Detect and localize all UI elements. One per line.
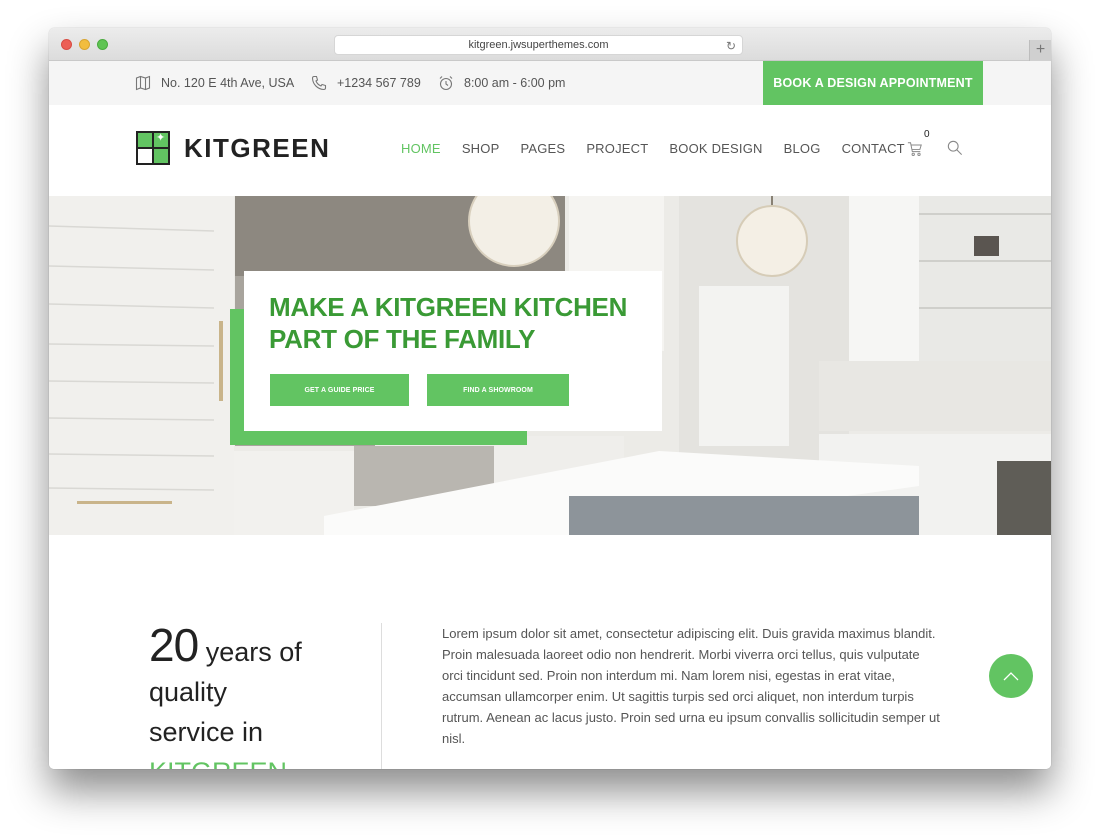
phone-icon <box>311 75 327 91</box>
hero-title: MAKE A KITGREEN KITCHEN PART OF THE FAMI… <box>269 291 649 355</box>
years-brand: KITGREEN <box>149 752 349 769</box>
nav-home[interactable]: HOME <box>401 141 441 156</box>
site-logo[interactable]: KITGREEN <box>136 131 330 165</box>
years-line3: service in <box>149 717 264 747</box>
site-header: KITGREEN HOME SHOP PAGES PROJECT BOOK DE… <box>49 105 1051 196</box>
reload-icon[interactable]: ↻ <box>726 37 736 56</box>
find-showroom-label: FIND A SHOWROOM <box>463 386 533 394</box>
new-tab-button[interactable]: + <box>1029 40 1051 61</box>
nav-contact[interactable]: CONTACT <box>842 141 905 156</box>
hero-banner: MAKE A KITGREEN KITCHEN PART OF THE FAMI… <box>49 196 1051 535</box>
address-bar[interactable]: kitgreen.jwsuperthemes.com ↻ <box>334 35 743 55</box>
nav-shop[interactable]: SHOP <box>462 141 500 156</box>
years-heading: 20 years of quality service in KITGREEN <box>149 622 349 769</box>
logo-mark-icon <box>136 131 170 165</box>
search-icon[interactable] <box>947 140 965 158</box>
scroll-to-top-button[interactable] <box>989 654 1033 698</box>
logo-text: KITGREEN <box>184 132 331 163</box>
nav-blog[interactable]: BLOG <box>784 141 821 156</box>
plus-icon: + <box>1035 41 1046 58</box>
years-number: 20 <box>149 619 199 671</box>
url-text: kitgreen.jwsuperthemes.com <box>468 39 609 51</box>
address-info: No. 120 E 4th Ave, USA <box>135 61 294 105</box>
nav-pages[interactable]: PAGES <box>520 141 565 156</box>
hours-text: 8:00 am - 6:00 pm <box>464 76 566 90</box>
book-appointment-button[interactable]: BOOK A DESIGN APPOINTMENT <box>763 61 983 105</box>
map-icon <box>135 75 151 91</box>
find-showroom-button[interactable]: FIND A SHOWROOM <box>427 374 569 406</box>
browser-window: kitgreen.jwsuperthemes.com ↻ + No. 120 E… <box>49 28 1051 769</box>
nav-project[interactable]: PROJECT <box>586 141 648 156</box>
main-nav: HOME SHOP PAGES PROJECT BOOK DESIGN BLOG… <box>401 141 926 156</box>
about-paragraph: Lorem ipsum dolor sit amet, consectetur … <box>442 626 940 746</box>
book-appointment-label: BOOK A DESIGN APPOINTMENT <box>773 76 973 90</box>
years-line2: quality <box>149 677 228 707</box>
minimize-window-button[interactable] <box>79 39 90 50</box>
cart-icon[interactable] <box>907 141 925 159</box>
about-section: 20 years of quality service in KITGREEN … <box>49 535 1051 769</box>
hours-info: 8:00 am - 6:00 pm <box>438 61 565 105</box>
address-text: No. 120 E 4th Ave, USA <box>161 76 295 90</box>
get-guide-price-label: GET A GUIDE PRICE <box>304 386 375 394</box>
clock-icon <box>438 75 454 91</box>
browser-titlebar: kitgreen.jwsuperthemes.com ↻ + <box>49 28 1051 61</box>
get-guide-price-button[interactable]: GET A GUIDE PRICE <box>270 374 409 406</box>
phone-text: +1234 567 789 <box>337 76 421 90</box>
hero-card: MAKE A KITGREEN KITCHEN PART OF THE FAMI… <box>244 271 662 431</box>
top-info-bar: No. 120 E 4th Ave, USA +1234 567 789 8:0… <box>49 61 1051 105</box>
chevron-up-icon <box>1003 672 1019 681</box>
vertical-divider <box>381 623 382 769</box>
hero-title-line1: MAKE A KITGREEN KITCHEN <box>269 292 628 322</box>
hero-title-line2: PART OF THE FAMILY <box>269 324 536 354</box>
years-text: years of <box>205 637 302 667</box>
close-window-button[interactable] <box>61 39 72 50</box>
nav-book-design[interactable]: BOOK DESIGN <box>669 141 762 156</box>
screen: kitgreen.jwsuperthemes.com ↻ + No. 120 E… <box>0 0 1100 839</box>
phone-info: +1234 567 789 <box>311 61 421 105</box>
maximize-window-button[interactable] <box>97 39 108 50</box>
cart-count-badge: 0 <box>924 129 930 140</box>
